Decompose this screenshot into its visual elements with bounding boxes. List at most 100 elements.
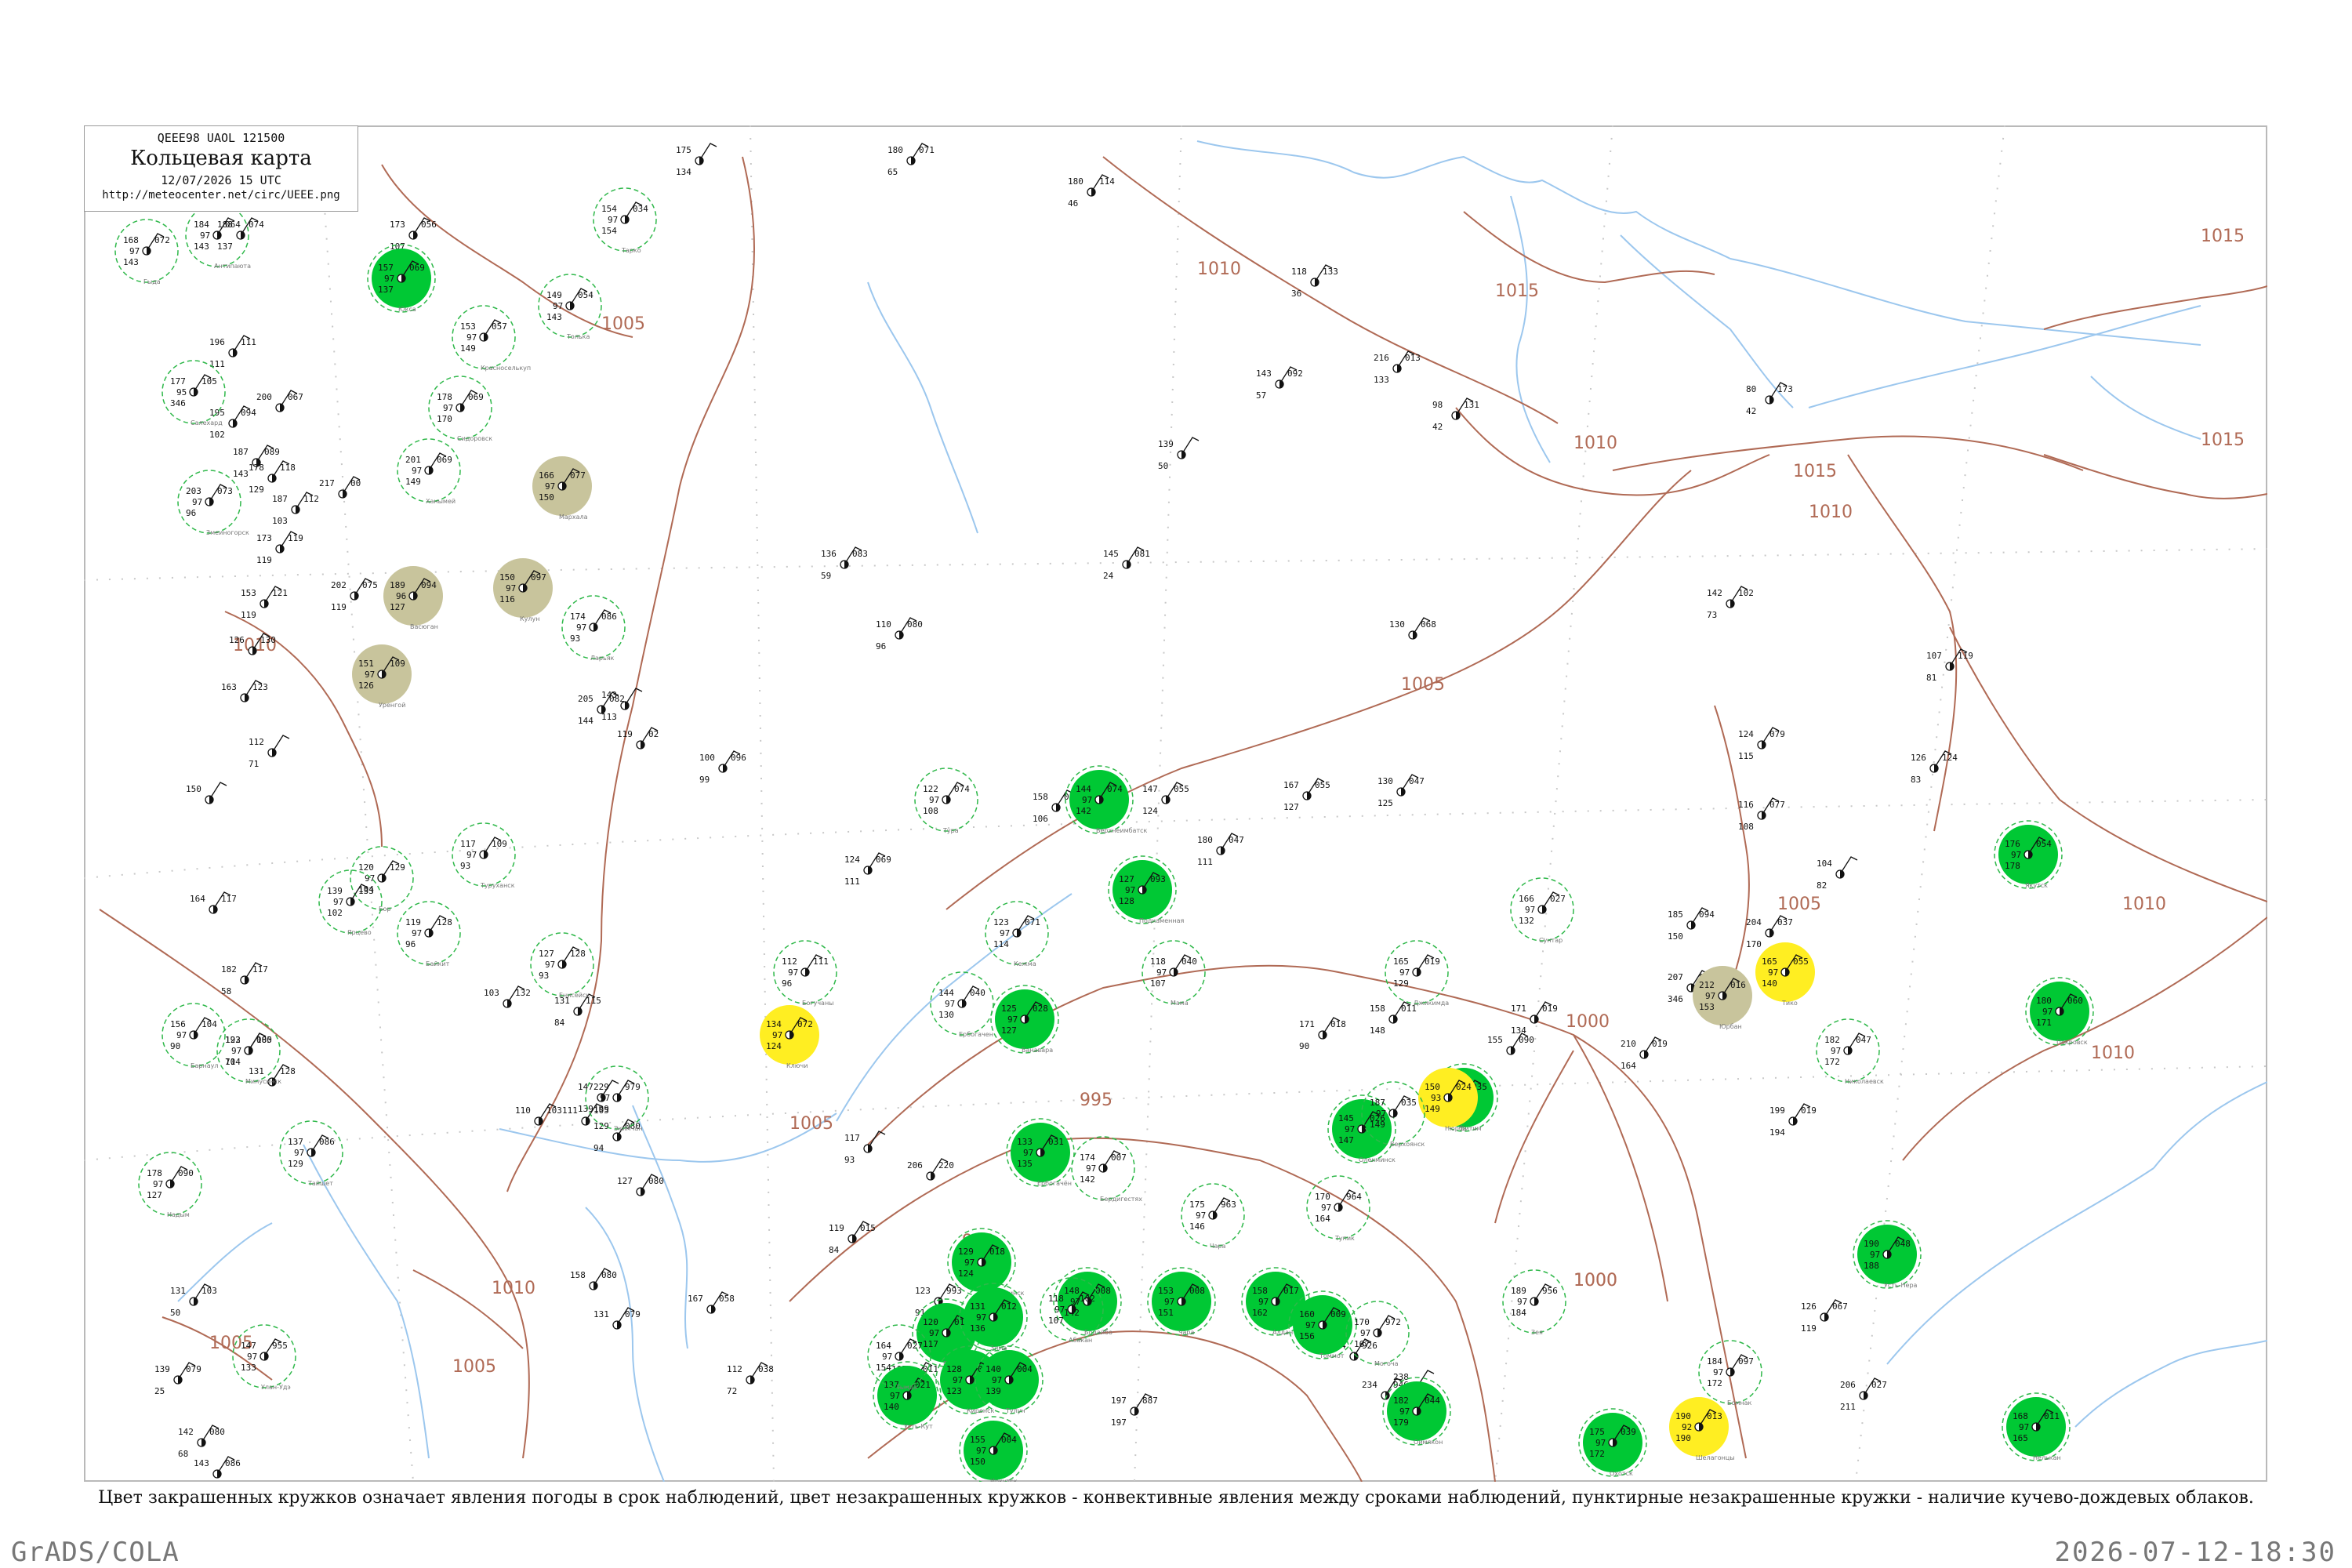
weather-station[interactable]: 112 71 xyxy=(249,735,290,769)
weather-station-haze[interactable]: 21297153 016 Юрбан xyxy=(1693,966,1752,1030)
weather-station[interactable]: 182 58 117 xyxy=(221,962,268,996)
weather-station[interactable]: 180 46 114 xyxy=(1068,174,1115,209)
weather-station-cb[interactable]: 18997184 956 Зея xyxy=(1502,1269,1566,1336)
weather-station[interactable]: 142 73 102 xyxy=(1707,586,1754,620)
weather-station[interactable]: 131 079 xyxy=(593,1307,641,1330)
weather-station[interactable]: 139 25 079 xyxy=(154,1362,201,1396)
map-url[interactable]: http://meteocenter.net/circ/UEEE.png xyxy=(85,189,358,201)
weather-station[interactable]: 110 96 080 xyxy=(876,617,923,652)
weather-station-cb[interactable]: 2039796 073 Змеиногорск xyxy=(177,470,249,536)
weather-station[interactable]: 130 125 047 xyxy=(1377,774,1425,808)
weather-station[interactable]: 143 101 086 xyxy=(194,1456,241,1482)
weather-station-rain[interactable]: 18097171 060 Покровск xyxy=(2025,977,2094,1046)
weather-station[interactable]: 180 65 071 xyxy=(887,143,935,177)
weather-station-rain[interactable]: 12797128 093 Подкаменная xyxy=(1108,855,1184,924)
weather-station[interactable]: 127 080 xyxy=(617,1174,664,1196)
weather-station-cb[interactable]: 1129796 111 Богучаны xyxy=(773,940,837,1007)
weather-station[interactable]: 107 81 119 xyxy=(1926,648,1973,683)
weather-station-rain[interactable]: 12597127 028 Ванавара xyxy=(990,985,1059,1054)
weather-station-cb[interactable]: 17897170 069 Сидоровск xyxy=(428,376,492,442)
weather-station[interactable]: 216 133 013 xyxy=(1374,350,1421,385)
weather-station[interactable]: 136 59 083 xyxy=(821,546,868,581)
map-canvas[interactable]: 1015101510151015101010101010101010101010… xyxy=(84,125,2267,1482)
weather-station[interactable]: 145 24 081 xyxy=(1103,546,1150,581)
weather-station-cb[interactable]: 16597129 019 Джикимда xyxy=(1385,940,1449,1007)
weather-station[interactable]: 196 111 111 xyxy=(209,335,256,369)
weather-station-cb[interactable]: 16697132 027 Сунтар xyxy=(1510,877,1574,944)
weather-station[interactable]: 153 119 121 xyxy=(241,586,288,620)
weather-station-cb[interactable]: 12397114 071 Кежма xyxy=(985,901,1049,967)
weather-station-cb[interactable]: 14997143 054 Толька xyxy=(538,274,602,340)
weather-station-cb[interactable]: 11897107 040 Мама xyxy=(1142,940,1206,1007)
weather-station[interactable]: 155 090 xyxy=(1487,1033,1534,1055)
weather-station[interactable]: 163 123 xyxy=(221,680,268,702)
weather-station-cb[interactable]: 1749793 086 Ларьяк xyxy=(561,595,626,662)
weather-station-rain[interactable]: 13397135 031 Ербогачён xyxy=(1006,1118,1075,1187)
weather-station[interactable]: 171 90 018 xyxy=(1299,1017,1346,1051)
weather-station-cb[interactable]: 1279793 128 Енисейск xyxy=(530,932,594,999)
weather-station[interactable]: 124 115 079 xyxy=(1738,727,1785,761)
weather-station-rain[interactable]: 15397151 008 Чара xyxy=(1147,1267,1216,1336)
weather-station[interactable]: 167 058 xyxy=(688,1291,735,1314)
weather-station[interactable]: 202 119 075 xyxy=(331,578,378,612)
weather-station-cb[interactable]: 15497154 034 Тарко xyxy=(593,187,657,254)
weather-station[interactable]: 126 119 067 xyxy=(1801,1299,1848,1334)
weather-station-fog[interactable]: 16597140 055 Тико xyxy=(1755,942,1815,1007)
weather-station[interactable]: 119 84 015 xyxy=(829,1221,876,1255)
weather-station[interactable]: 173107056 xyxy=(390,217,437,252)
weather-station-haze[interactable]: 15197126 109 Уренгой xyxy=(352,644,412,709)
weather-station[interactable]: 147 124 055 xyxy=(1142,782,1189,816)
weather-station-cb[interactable]: 20197149 069 Ханымей xyxy=(397,438,461,505)
weather-station[interactable]: 173 119 119 xyxy=(256,531,303,565)
weather-station[interactable]: 103 132 xyxy=(484,985,531,1008)
weather-station-cb[interactable]: 14497130 040 Ербогачен xyxy=(930,971,994,1038)
weather-station[interactable]: 110 103 xyxy=(515,1103,562,1126)
weather-station[interactable]: 118 36 133 xyxy=(1291,264,1338,299)
weather-station[interactable]: 124 111 069 xyxy=(844,852,891,887)
weather-station-rain[interactable]: 14597147026Олекминск xyxy=(1327,1094,1396,1163)
weather-station-rain[interactable]: 15597150 004 Иркутск xyxy=(959,1416,1028,1482)
weather-station-haze[interactable]: 16697150 077 Мархала xyxy=(532,456,592,521)
weather-station-rain[interactable]: 17597172 039 Охотск xyxy=(1578,1408,1647,1477)
weather-station[interactable]: 142 68 080 xyxy=(178,1425,225,1459)
weather-station-cb[interactable]: 17497142 007 Бердигестях xyxy=(1071,1136,1142,1203)
weather-station[interactable]: 100 99 096 xyxy=(699,750,746,785)
weather-station-rain[interactable]: 19097188 048 Усть-Нера xyxy=(1853,1220,1922,1289)
weather-station-cb[interactable]: 16897143 072 Гыда xyxy=(114,219,179,285)
weather-station-cb[interactable]: 1199796 128 Байкит xyxy=(397,901,461,967)
weather-station-rain[interactable]: 16897165 011 Нелькан xyxy=(2002,1392,2071,1461)
weather-station[interactable]: 217 00 xyxy=(319,476,361,499)
weather-station-fog[interactable]: 13497124 072 Ключи xyxy=(760,1005,819,1069)
weather-station-cb[interactable]: 1569790 104 Барнаул xyxy=(162,1003,226,1069)
weather-station-haze[interactable]: 15097116 097 Кулун xyxy=(493,558,553,622)
weather-station[interactable]: 112 72 038 xyxy=(727,1362,774,1396)
weather-station[interactable]: 197 197 887 xyxy=(1111,1393,1158,1428)
weather-station-rain[interactable]: 14497142 074 Верхнеимбатск xyxy=(1065,765,1148,834)
weather-station[interactable]: 104 82 xyxy=(1817,856,1858,891)
weather-station-cb[interactable]: 18497172 097 Бомнак xyxy=(1698,1340,1762,1406)
weather-station-cb[interactable]: 1179793 109 Туруханск xyxy=(452,822,516,889)
weather-station-fog[interactable]: 19092190 013 Шелагонцы xyxy=(1669,1397,1735,1461)
weather-station[interactable]: 164 117 xyxy=(190,891,237,914)
weather-station[interactable]: 126 83 124 xyxy=(1911,750,1958,785)
weather-station[interactable]: 206 220 xyxy=(907,1158,954,1181)
weather-station[interactable]: 180 111 047 xyxy=(1197,833,1244,867)
weather-station-cb[interactable]: 17897127 090 Надым xyxy=(138,1152,202,1218)
weather-station[interactable]: 117 93 xyxy=(844,1131,886,1165)
weather-station-rain[interactable]: 15797137 069 Юкса xyxy=(367,244,436,313)
weather-station[interactable]: 178 129 118 xyxy=(249,460,296,495)
weather-station[interactable]: 131 50 103 xyxy=(170,1283,217,1318)
weather-station[interactable]: 175 134 xyxy=(676,143,717,177)
weather-station[interactable]: 167 127 055 xyxy=(1283,778,1330,812)
weather-station-cb[interactable]: 12297108 074 Тура xyxy=(914,768,978,834)
weather-station[interactable]: 116 108 077 xyxy=(1738,797,1785,832)
weather-station[interactable]: 13184115 xyxy=(554,993,601,1028)
weather-station[interactable]: 199 194 019 xyxy=(1769,1103,1817,1138)
weather-station[interactable]: 206 211 027 xyxy=(1840,1377,1887,1412)
weather-station[interactable]: 158148011 xyxy=(1370,1001,1417,1036)
weather-station-rain[interactable]: 17697178 054 Якутск xyxy=(1994,820,2063,889)
weather-station[interactable]: 139 50 xyxy=(1158,437,1200,471)
weather-station[interactable]: 200 067 xyxy=(256,390,303,412)
weather-station[interactable]: 130 068 xyxy=(1389,617,1436,640)
weather-station[interactable]: 210 164 019 xyxy=(1621,1036,1668,1071)
